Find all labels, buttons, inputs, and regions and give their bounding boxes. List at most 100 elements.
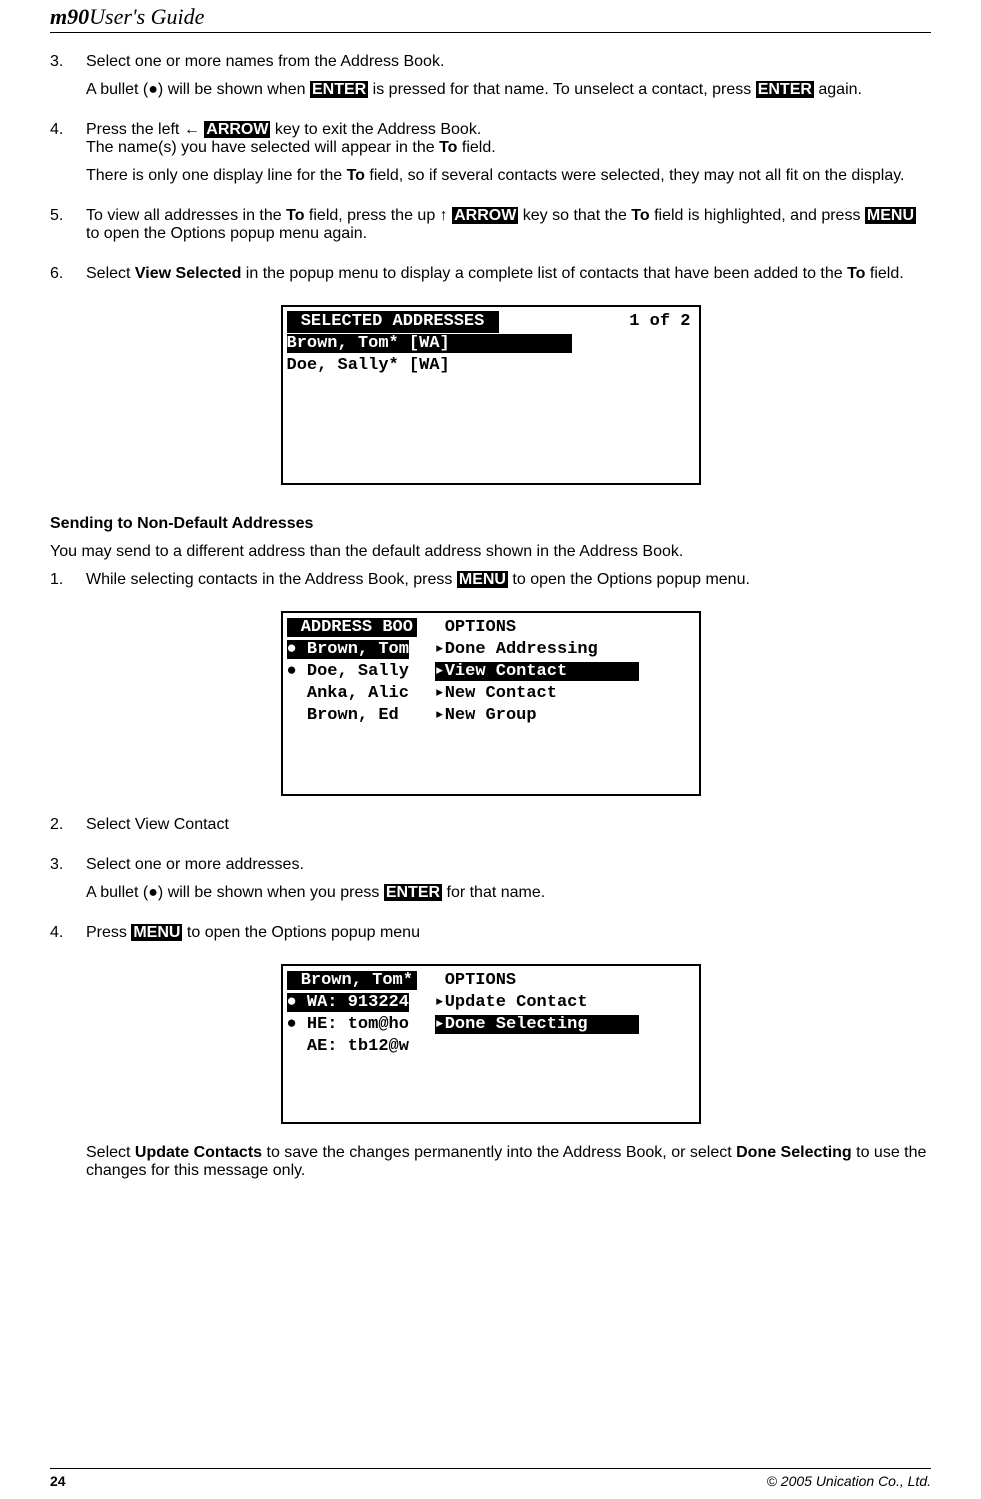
screen-left-title: Brown, Tom* (287, 971, 417, 990)
bold-to: To (631, 207, 649, 224)
menu-key: MENU (131, 924, 182, 941)
menu-key: MENU (457, 571, 508, 588)
step-6: 6. Select View Selected in the popup men… (50, 265, 931, 293)
screen-option-selected: ▸Done Selecting (435, 1015, 639, 1034)
enter-key: ENTER (756, 81, 814, 98)
screen-option-text: ▸Done Selecting (435, 1015, 588, 1034)
step-number: 6. (50, 265, 86, 293)
step-number: 5. (50, 207, 86, 253)
step-5: 5. To view all addresses in the To field… (50, 207, 931, 253)
text-fragment: A bullet (●) will be shown when (86, 81, 310, 98)
section-intro: You may send to a different address than… (50, 543, 931, 561)
step-4: 4. Press the left ← ARROW key to exit th… (50, 121, 931, 195)
screen-option-text: ▸View Contact (435, 662, 568, 681)
text-fragment: Press the left ← (86, 121, 204, 138)
screen-row-text: Brown, Tom* [WA] (287, 334, 450, 353)
text-fragment: Select (86, 265, 135, 282)
step-text: Select View Selected in the popup menu t… (86, 265, 931, 283)
enter-key: ENTER (384, 884, 442, 901)
text-fragment: While selecting contacts in the Address … (86, 571, 457, 588)
step-2-1: 1. While selecting contacts in the Addre… (50, 571, 931, 599)
screen-count: 1 of 2 (629, 311, 694, 333)
step-number: 1. (50, 571, 86, 599)
text-fragment: Select (86, 1144, 135, 1161)
text-fragment: to open the Options popup menu (182, 924, 420, 941)
step-2-3: 3. Select one or more addresses. A bulle… (50, 856, 931, 912)
step-text: Select one or more names from the Addres… (86, 53, 931, 71)
page-header: m90User's Guide (50, 0, 931, 33)
screen-right-title: OPTIONS (435, 617, 695, 639)
bold-to: To (847, 265, 865, 282)
final-paragraph: Select Update Contacts to save the chang… (86, 1144, 931, 1180)
lcd-screen-address-book-options: ADDRESS BOO ● Brown, Tom ● Doe, Sally An… (281, 611, 701, 796)
lcd-screen-selected-addresses: SELECTED ADDRESSES 1 of 2 Brown, Tom* [W… (281, 305, 701, 485)
step-number: 4. (50, 924, 86, 952)
text-fragment: to save the changes permanently into the… (262, 1144, 736, 1161)
screen-row: Anka, Alic (287, 683, 427, 705)
screen-row-selected: ● WA: 913224 (287, 993, 409, 1012)
text-fragment: is pressed for that name. To unselect a … (368, 81, 755, 98)
enter-key: ENTER (310, 81, 368, 98)
screen-option: ▸New Group (435, 705, 695, 727)
text-fragment: field. (865, 265, 903, 282)
step-text: To view all addresses in the To field, p… (86, 207, 931, 243)
header-title: User's Guide (89, 4, 204, 29)
text-fragment: The name(s) you have selected will appea… (86, 139, 439, 156)
bold-to: To (286, 207, 304, 224)
text-fragment: to open the Options popup menu again. (86, 225, 367, 242)
screen-row: Doe, Sally* [WA] (287, 355, 695, 377)
screen-left-title: ADDRESS BOO (287, 618, 417, 637)
page-footer: 24 © 2005 Unication Co., Ltd. (50, 1468, 931, 1489)
bold-to: To (439, 139, 457, 156)
menu-key: MENU (865, 207, 916, 224)
screen-right-title: OPTIONS (435, 970, 695, 992)
step-text: Press the left ← ARROW key to exit the A… (86, 121, 931, 157)
bold-view-selected: View Selected (135, 265, 241, 282)
text-fragment: There is only one display line for the (86, 167, 347, 184)
screen-row: AE: tb12@w (287, 1036, 427, 1058)
page-number: 24 (50, 1473, 66, 1489)
text-fragment: field. (457, 139, 495, 156)
text-fragment: key so that the (518, 207, 631, 224)
step-2-2: 2. Select View Contact (50, 816, 931, 844)
text-fragment: To view all addresses in the (86, 207, 286, 224)
section-heading: Sending to Non-Default Addresses (50, 515, 931, 533)
step-text: Select View Contact (86, 816, 931, 834)
arrow-key: ARROW (204, 121, 270, 138)
copyright: © 2005 Unication Co., Ltd. (767, 1473, 931, 1489)
screen-title: SELECTED ADDRESSES (287, 311, 499, 333)
screen-row: ● HE: tom@ho (287, 1014, 427, 1036)
screen-row-selected: ● Brown, Tom (287, 640, 409, 659)
step-text: While selecting contacts in the Address … (86, 571, 931, 589)
step-number: 3. (50, 53, 86, 109)
step-text: There is only one display line for the T… (86, 167, 931, 185)
step-extra-text: A bullet (●) will be shown when ENTER is… (86, 81, 931, 99)
screen-row: ● Doe, Sally (287, 661, 427, 683)
step-text: Press MENU to open the Options popup men… (86, 924, 931, 942)
arrow-key: ARROW (452, 207, 518, 224)
step-3: 3. Select one or more names from the Add… (50, 53, 931, 109)
screen-option-selected: ▸View Contact (435, 662, 639, 681)
screen-option: ▸New Contact (435, 683, 695, 705)
step-text: A bullet (●) will be shown when you pres… (86, 884, 931, 902)
screen-option: ▸Update Contact (435, 992, 695, 1014)
text-fragment: A bullet (●) will be shown when you pres… (86, 884, 384, 901)
screen-row: Brown, Ed (287, 705, 427, 727)
bold-to: To (347, 167, 365, 184)
text-fragment: to open the Options popup menu. (508, 571, 750, 588)
text-fragment: field, so if several contacts were selec… (365, 167, 905, 184)
step-text: Select one or more addresses. (86, 856, 931, 874)
lcd-screen-contact-options: Brown, Tom* ● WA: 913224 ● HE: tom@ho AE… (281, 964, 701, 1124)
step-number: 3. (50, 856, 86, 912)
bold-done-selecting: Done Selecting (736, 1144, 852, 1161)
step-number: 4. (50, 121, 86, 195)
text-fragment: field is highlighted, and press (650, 207, 865, 224)
screen-option: ▸Done Addressing (435, 639, 695, 661)
text-fragment: field, press the up ↑ (304, 207, 452, 224)
step-number: 2. (50, 816, 86, 844)
bold-update-contacts: Update Contacts (135, 1144, 262, 1161)
text-fragment: again. (814, 81, 862, 98)
product-logo: m90 (50, 4, 89, 29)
text-fragment: in the popup menu to display a complete … (241, 265, 847, 282)
step-2-4: 4. Press MENU to open the Options popup … (50, 924, 931, 952)
